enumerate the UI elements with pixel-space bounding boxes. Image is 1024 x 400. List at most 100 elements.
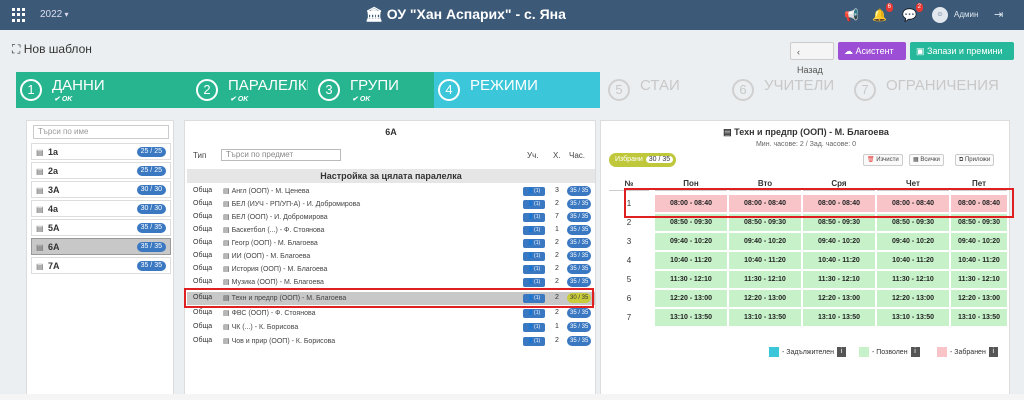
step-data[interactable]: 1 ДАННИ ✔ OK [16,72,192,108]
class-icon: ▤ [36,186,44,195]
step-number: 4 [438,79,460,101]
time-slot[interactable]: 10:40 - 11:20 [729,252,801,269]
teacher-chip[interactable]: 👤(1) [523,239,545,248]
time-slot[interactable]: 09:40 - 10:20 [729,233,801,250]
teacher-chip[interactable]: 👤(1) [523,213,545,222]
messages-icon[interactable]: 💬 2 [902,3,923,22]
time-slot[interactable]: 09:40 - 10:20 [877,233,949,250]
apps-grid-icon[interactable] [12,8,26,22]
teacher-chip[interactable]: 👤(1) [523,323,545,332]
select-all-button[interactable]: ▦ Всички [909,154,944,166]
time-slot[interactable]: 13:10 - 13:50 [729,309,801,326]
subject-row[interactable]: Обща ▤ БЕЛ (ООП) - И. Добромирова 👤(1) 7 35 … [187,211,595,224]
class-item[interactable]: ▤ 4а 30 / 30 [31,200,171,217]
teacher-chip[interactable]: 👤(1) [523,187,545,196]
subject-search-input[interactable]: Търси по предмет [221,149,341,161]
class-item[interactable]: ▤ 7А 35 / 35 [31,257,171,274]
clear-button[interactable]: 🗑 Изчисти [863,154,903,166]
class-item[interactable]: ▤ 3А 30 / 30 [31,181,171,198]
time-slot[interactable]: 10:40 - 11:20 [803,252,875,269]
info-icon[interactable]: i [988,347,998,357]
step-grupi[interactable]: 3 ГРУПИ ✔ OK [314,72,434,108]
period-number: 7 [626,313,632,322]
time-slot[interactable]: 11:30 - 12:10 [655,271,727,288]
time-slot[interactable]: 12:20 - 13:00 [655,290,727,307]
step-uchiteli[interactable]: 6 УЧИТЕЛИ [728,72,850,108]
class-item[interactable]: ▤ 5А 35 / 35 [31,219,171,236]
subject-pill: 35 / 35 [567,277,592,287]
teacher-chip[interactable]: 👤(1) [523,265,545,274]
step-rezhimi[interactable]: 4 РЕЖИМИ [434,72,600,108]
legend-swatch [859,347,869,357]
time-slot[interactable]: 11:30 - 12:10 [951,271,1007,288]
assistant-button[interactable]: ☁ Асистент [838,42,906,60]
time-slot[interactable]: 13:10 - 13:50 [655,309,727,326]
teacher-chip[interactable]: 👤(1) [523,200,545,209]
trash-icon: 🗑 [867,157,875,163]
logout-icon[interactable]: ⇥ [994,8,1003,21]
subject-row[interactable]: Обща ▤ Геогр (ООП) - М. Благоева 👤(1) 2 35 /… [187,237,595,250]
save-and-next-button[interactable]: ▣ Запази и премини [910,42,1014,60]
class-icon: ▤ [36,243,44,252]
time-slot[interactable]: 11:30 - 12:10 [803,271,875,288]
class-item[interactable]: ▤ 1а 25 / 25 [31,143,171,160]
subject-row[interactable]: Обща ▤ ФВС (ООП) - Ф. Стоянова 👤(1) 2 35 / 3… [187,307,595,320]
subject-hours: 2 [555,337,559,344]
info-icon[interactable]: i [910,347,920,357]
period-number: 5 [626,275,632,284]
subject-row[interactable]: Обща ▤ Англ (ООП) - М. Ценева 👤(1) 3 35 / 35 [187,185,595,198]
time-slot[interactable]: 09:40 - 10:20 [803,233,875,250]
step-paralelki[interactable]: 2 ПАРАЛЕЛКИ ✔ OK [192,72,314,108]
subject-row[interactable]: Обща ▤ Чов и прир (ООП) - К. Борисова 👤(1)… [187,335,595,348]
teacher-chip[interactable]: 👤(1) [523,226,545,235]
step-ogranicheniya[interactable]: 7 ОГРАНИЧЕНИЯ [850,72,1008,108]
back-button[interactable]: ‹ Назад [790,42,834,75]
apply-button[interactable]: ⧉ Приложи [955,154,995,166]
teacher-chip[interactable]: 👤(1) [523,337,545,346]
step-stai[interactable]: 5 СТАИ [604,72,728,108]
subject-row[interactable]: Обща ▤ ЧК (...) - К. Борисова 👤(1) 1 35 / 35 [187,321,595,334]
col-teacher-header: Уч. [527,151,539,160]
time-slot[interactable]: 12:20 - 13:00 [803,290,875,307]
school-name: ОУ "Хан Аспарих" - с. Яна [386,6,566,22]
subject-row[interactable]: Обща ▤ БЕЛ (ИУЧ - РП/УП-А) - И. Добромиро… [187,198,595,211]
messages-badge: 2 [915,3,923,12]
megaphone-icon[interactable]: 📢 [844,8,859,22]
teacher-chip[interactable]: 👤(1) [523,278,545,287]
subject-hours: 3 [555,187,559,194]
time-slot[interactable]: 11:30 - 12:10 [877,271,949,288]
time-slot[interactable]: 10:40 - 11:20 [951,252,1007,269]
subject-name: ▤ БЕЛ (ИУЧ - РП/УП-А) - И. Добромирова [223,201,361,208]
notifications-icon[interactable]: 🔔 6 [872,3,893,22]
time-slot[interactable]: 11:30 - 12:10 [729,271,801,288]
time-slot[interactable]: 10:40 - 11:20 [655,252,727,269]
class-item[interactable]: ▤ 2а 25 / 25 [31,162,171,179]
class-item-selected[interactable]: ▤ 6А 35 / 35 [31,238,171,255]
time-slot[interactable]: 13:10 - 13:50 [951,309,1007,326]
whole-class-setting[interactable]: Настройка за цялата паралелка [187,169,595,183]
subject-type: Обща [193,323,213,330]
save-label: Запази и премини [927,46,1003,56]
subject-row[interactable]: Обща ▤ ИИ (ООП) - М. Благоева 👤(1) 2 35 / 35 [187,250,595,263]
class-search-input[interactable]: Търси по име [33,125,169,139]
subject-hours: 2 [555,239,559,246]
subject-hours: 2 [555,309,559,316]
time-slot[interactable]: 13:10 - 13:50 [803,309,875,326]
subject-row[interactable]: Обща ▤ История (ООП) - М. Благоева 👤(1) 2 35… [187,263,595,276]
time-slot[interactable]: 09:40 - 10:20 [951,233,1007,250]
time-slot[interactable]: 12:20 - 13:00 [951,290,1007,307]
time-slot[interactable]: 12:20 - 13:00 [877,290,949,307]
teacher-chip[interactable]: 👤(1) [523,252,545,261]
time-slot[interactable]: 09:40 - 10:20 [655,233,727,250]
year-selector[interactable]: 2022 [40,9,69,20]
user-name[interactable]: Админ [954,10,978,19]
subject-row[interactable]: Обща ▤ Баскетбол (...) - Ф. Стоянова 👤(1) 1… [187,224,595,237]
time-slot[interactable]: 12:20 - 13:00 [729,290,801,307]
class-icon: ▤ [36,167,44,176]
teacher-chip[interactable]: 👤(1) [523,309,545,318]
time-slot[interactable]: 13:10 - 13:50 [877,309,949,326]
info-icon[interactable]: i [837,347,847,357]
time-slot[interactable]: 10:40 - 11:20 [877,252,949,269]
class-name: 1а [48,147,59,157]
avatar[interactable]: ☺ [932,7,948,23]
